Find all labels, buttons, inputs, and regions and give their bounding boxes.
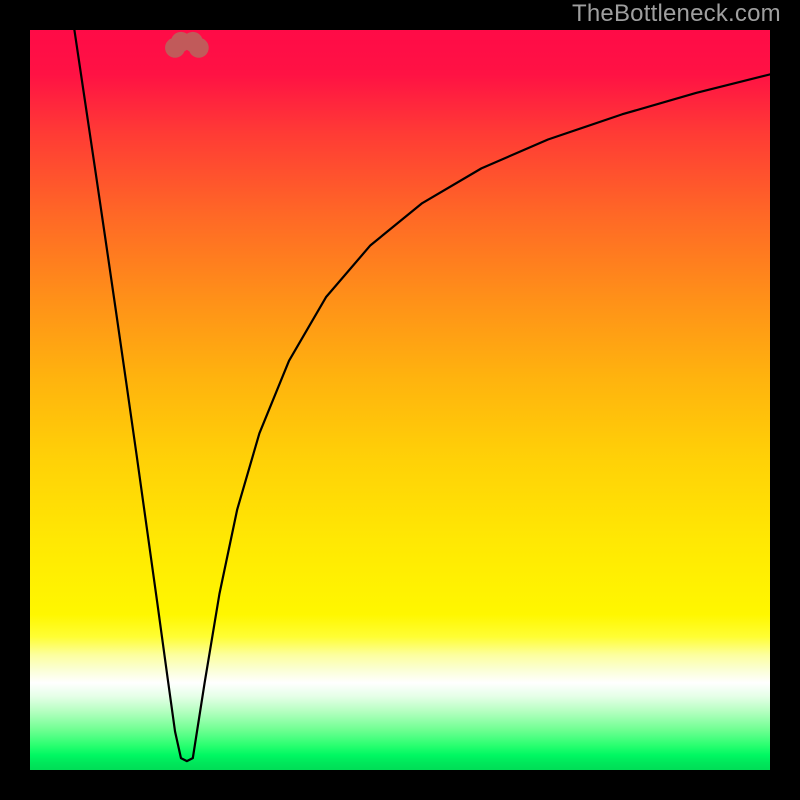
chart-canvas: TheBottleneck.com xyxy=(0,0,800,800)
valley-marker xyxy=(189,38,209,58)
watermark-label: TheBottleneck.com xyxy=(572,0,781,28)
bottleneck-curve xyxy=(74,30,770,761)
plot-area xyxy=(30,30,770,770)
curve-layer xyxy=(30,30,770,770)
